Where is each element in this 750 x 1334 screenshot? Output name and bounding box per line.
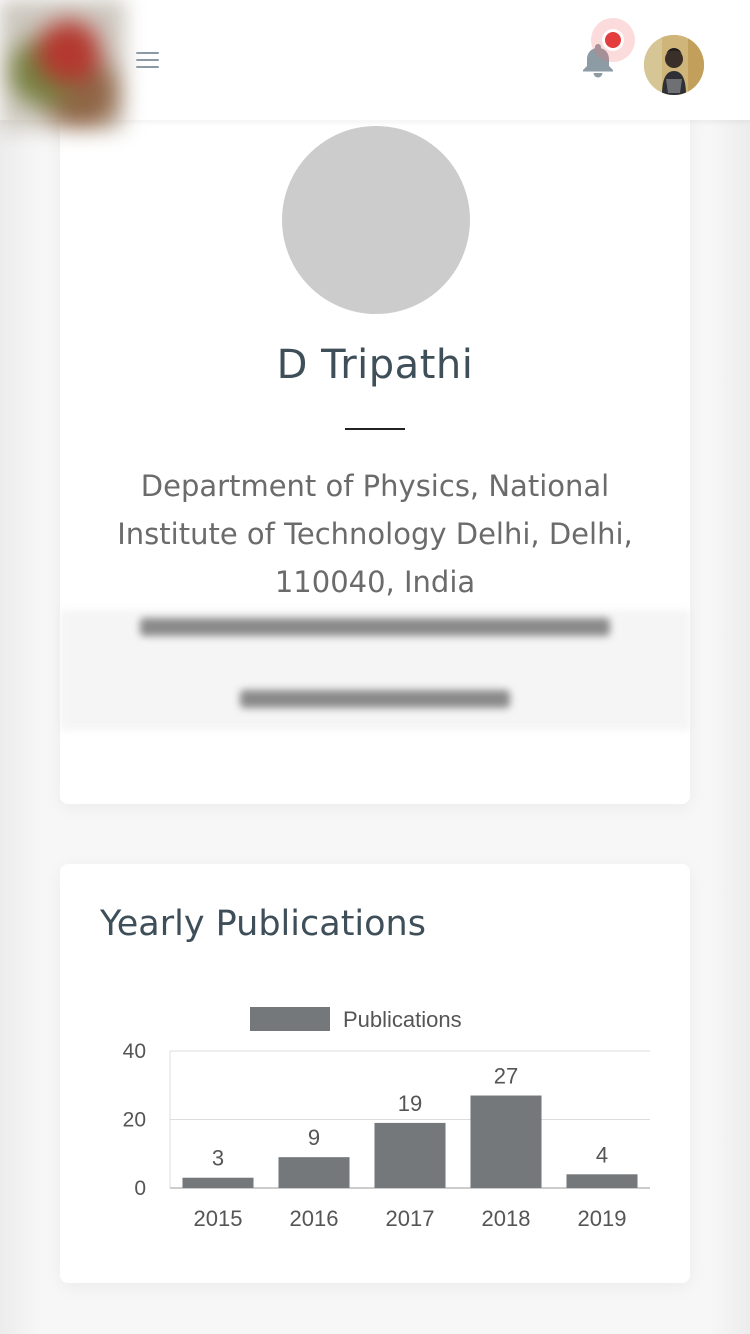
data-label: 27 bbox=[494, 1064, 518, 1089]
data-label: 9 bbox=[308, 1125, 320, 1150]
legend-label: Publications bbox=[343, 1007, 462, 1032]
bar bbox=[470, 1095, 542, 1188]
data-label: 19 bbox=[398, 1091, 422, 1116]
y-tick-label: 20 bbox=[123, 1109, 146, 1132]
x-tick-label: 2019 bbox=[578, 1206, 627, 1231]
publications-bar-chart: Publications 0 20 40 3 2015 9 2016 19 2017 27 2018 4… bbox=[123, 1007, 650, 1231]
bar bbox=[182, 1177, 254, 1188]
bar bbox=[278, 1157, 350, 1188]
publications-card: Yearly Publications Publications 0 20 40 3 20… bbox=[60, 864, 690, 1283]
y-tick-label: 0 bbox=[134, 1177, 146, 1200]
notification-badge bbox=[591, 18, 635, 62]
name-divider bbox=[345, 428, 405, 430]
affiliation-secondary-redacted bbox=[60, 610, 690, 730]
user-avatar[interactable] bbox=[644, 35, 704, 95]
bar bbox=[566, 1174, 638, 1188]
bar bbox=[374, 1122, 446, 1188]
brand-logo[interactable] bbox=[0, 0, 125, 130]
profile-name: D Tripathi bbox=[276, 342, 474, 388]
y-tick-label: 40 bbox=[123, 1040, 146, 1063]
x-tick-label: 2017 bbox=[386, 1206, 435, 1231]
x-tick-label: 2018 bbox=[482, 1206, 531, 1231]
data-label: 4 bbox=[596, 1142, 608, 1167]
legend-swatch bbox=[250, 1007, 330, 1031]
profile-card: D Tripathi Department of Physics, Nation… bbox=[60, 110, 690, 804]
data-label: 3 bbox=[212, 1146, 224, 1171]
profile-photo-placeholder bbox=[282, 126, 470, 314]
avatar-image bbox=[644, 35, 704, 95]
x-tick-label: 2016 bbox=[290, 1206, 339, 1231]
affiliation-primary: Department of Physics, National Institut… bbox=[117, 469, 633, 599]
hamburger-icon[interactable] bbox=[136, 52, 159, 70]
x-tick-label: 2015 bbox=[194, 1206, 243, 1231]
